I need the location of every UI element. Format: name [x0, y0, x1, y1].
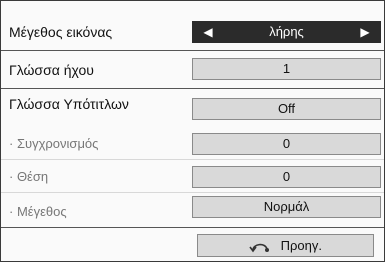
audio-language-label: Γλώσσα ήχου — [9, 62, 94, 78]
subtitle-sync-value[interactable]: 0 — [192, 133, 381, 155]
divider — [1, 192, 384, 193]
arrow-right-icon[interactable]: ▶ — [354, 22, 376, 44]
subtitle-language-value[interactable]: Off — [192, 98, 381, 120]
back-arrow-icon — [249, 243, 269, 252]
subtitle-size-value[interactable]: Νορμάλ — [192, 196, 381, 218]
picture-size-value: λήρης — [269, 24, 304, 39]
audio-language-row[interactable]: Γλώσσα ήχου 1 — [1, 53, 384, 87]
subtitle-sync-label: · Συγχρονισμός — [9, 136, 99, 151]
subtitle-position-label: · Θέση — [9, 169, 49, 184]
subtitle-language-row[interactable]: Γλώσσα Υπότιτλων Off — [1, 87, 384, 121]
subtitle-sync-row[interactable]: · Συγχρονισμός 0 — [1, 127, 384, 161]
subtitle-size-row[interactable]: · Μέγεθος Νορμάλ — [1, 195, 384, 229]
picture-size-row[interactable]: Μέγεθος εικόνας ◀ λήρης ▶ — [1, 15, 384, 49]
picture-size-label: Μέγεθος εικόνας — [9, 24, 113, 40]
picture-size-selector[interactable]: ◀ λήρης ▶ — [192, 21, 381, 43]
settings-panel: Μέγεθος εικόνας ◀ λήρης ▶ Γλώσσα ήχου 1 … — [0, 0, 385, 262]
back-button-label: Προηγ. — [280, 238, 322, 253]
subtitle-position-value[interactable]: 0 — [192, 166, 381, 188]
divider — [1, 50, 384, 51]
audio-language-value[interactable]: 1 — [192, 58, 381, 80]
subtitle-size-label: · Μέγεθος — [9, 204, 67, 219]
divider — [1, 227, 384, 228]
subtitle-language-label: Γλώσσα Υπότιτλων — [9, 96, 129, 112]
back-button[interactable]: Προηγ. — [197, 234, 374, 257]
arrow-left-icon[interactable]: ◀ — [197, 22, 219, 44]
subtitle-position-row[interactable]: · Θέση 0 — [1, 160, 384, 194]
